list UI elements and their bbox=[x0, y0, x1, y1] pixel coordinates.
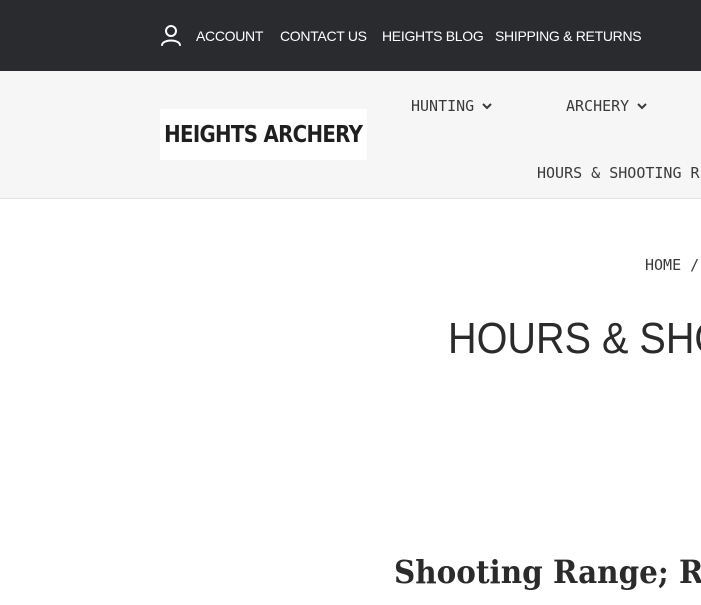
top-utility-bar: ACCOUNT CONTACT US HEIGHTS BLOG SHIPPING… bbox=[0, 0, 701, 71]
nav-item-archery[interactable]: ARCHERY bbox=[566, 96, 647, 116]
nav-item-hours-shooting-range[interactable]: HOURS & SHOOTING R bbox=[537, 163, 700, 183]
user-icon[interactable] bbox=[160, 24, 182, 46]
contact-us-link[interactable]: CONTACT US bbox=[280, 27, 367, 45]
nav-item-label: ARCHERY bbox=[566, 97, 630, 115]
heights-blog-link[interactable]: HEIGHTS BLOG bbox=[382, 27, 484, 45]
shipping-returns-link[interactable]: SHIPPING & RETURNS bbox=[495, 27, 642, 45]
nav-item-label: HOURS & SHOOTING R bbox=[537, 164, 700, 182]
breadcrumb-home[interactable]: HOME bbox=[645, 256, 681, 274]
section-heading: Shooting Range; R bbox=[394, 553, 701, 591]
site-logo[interactable]: HEIGHTS ARCHERY bbox=[160, 109, 367, 160]
breadcrumb: HOME / bbox=[645, 255, 699, 275]
logo-text: HEIGHTS ARCHERY bbox=[164, 121, 363, 148]
nav-item-hunting[interactable]: HUNTING bbox=[411, 96, 492, 116]
page-title: HOURS & SHO bbox=[448, 314, 701, 363]
chevron-down-icon bbox=[637, 102, 647, 109]
chevron-down-icon bbox=[482, 102, 492, 109]
account-link[interactable]: ACCOUNT bbox=[196, 27, 263, 45]
nav-item-label: HUNTING bbox=[411, 97, 475, 115]
main-header: HEIGHTS ARCHERY HUNTING ARCHERY HOURS & … bbox=[0, 71, 701, 199]
breadcrumb-separator: / bbox=[690, 256, 700, 274]
